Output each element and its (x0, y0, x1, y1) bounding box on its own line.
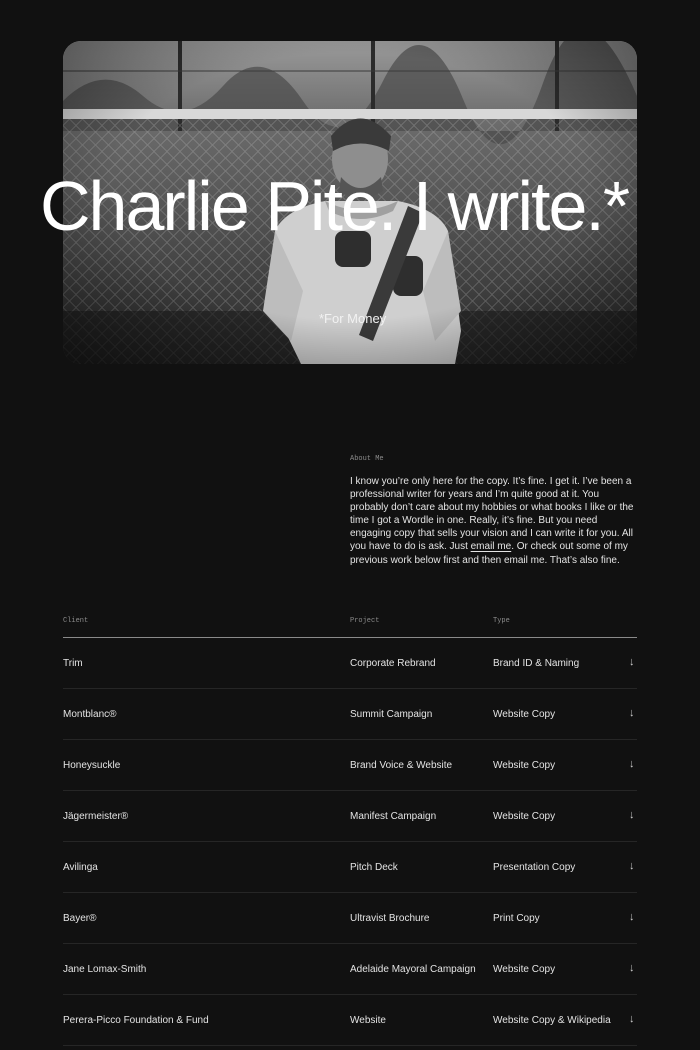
row-project: Adelaide Mayoral Campaign (350, 964, 476, 975)
hero-title: Charlie Pite. I write.* (40, 167, 630, 245)
table-row[interactable]: Jägermeister® Manifest Campaign Website … (63, 791, 637, 842)
row-type: Website Copy (493, 760, 556, 771)
row-type: Presentation Copy (493, 862, 576, 873)
row-type: Print Copy (493, 913, 540, 924)
table-row[interactable]: Honeysuckle Brand Voice & Website Websit… (63, 740, 637, 791)
arrow-down-icon[interactable]: ↓ (629, 758, 635, 770)
row-project: Ultravist Brochure (350, 913, 430, 924)
table-row[interactable]: Avilinga Pitch Deck Presentation Copy ↓ (63, 842, 637, 893)
column-header-project: Project (350, 617, 380, 625)
work-table: Client Project Type Trim Corporate Rebra… (63, 610, 637, 1046)
email-me-link[interactable]: email me (471, 541, 512, 552)
column-header-client: Client (63, 617, 89, 625)
row-type: Website Copy (493, 811, 556, 822)
row-project: Summit Campaign (350, 709, 433, 720)
table-row[interactable]: Bayer® Ultravist Brochure Print Copy ↓ (63, 893, 637, 944)
row-client: Montblanc® (63, 709, 117, 720)
table-row[interactable]: Jane Lomax-Smith Adelaide Mayoral Campai… (63, 944, 637, 995)
table-row[interactable]: Perera-Picco Foundation & Fund Website W… (63, 995, 637, 1046)
row-client: Jane Lomax-Smith (63, 964, 147, 975)
row-project: Brand Voice & Website (350, 760, 453, 771)
row-client: Trim (63, 658, 83, 669)
row-project: Pitch Deck (350, 862, 398, 873)
table-header: Client Project Type (63, 610, 637, 638)
column-header-type: Type (493, 617, 510, 625)
table-row[interactable]: Trim Corporate Rebrand Brand ID & Naming… (63, 638, 637, 689)
arrow-down-icon[interactable]: ↓ (629, 809, 635, 821)
row-project: Website (350, 1015, 386, 1026)
row-client: Avilinga (63, 862, 98, 873)
row-client: Perera-Picco Foundation & Fund (63, 1015, 209, 1026)
about-paragraph: I know you’re only here for the copy. It… (350, 475, 640, 567)
row-client: Bayer® (63, 913, 97, 924)
row-project: Corporate Rebrand (350, 658, 436, 669)
arrow-down-icon[interactable]: ↓ (629, 707, 635, 719)
row-type: Brand ID & Naming (493, 658, 580, 669)
row-type: Website Copy (493, 964, 556, 975)
about-section-label: About Me (350, 455, 384, 463)
row-type: Website Copy (493, 709, 556, 720)
row-client: Honeysuckle (63, 760, 121, 771)
table-row[interactable]: Montblanc® Summit Campaign Website Copy … (63, 689, 637, 740)
hero-footnote: *For Money (319, 311, 387, 326)
row-client: Jägermeister® (63, 811, 129, 822)
row-project: Manifest Campaign (350, 811, 437, 822)
arrow-down-icon[interactable]: ↓ (629, 962, 635, 974)
row-type: Website Copy & Wikipedia (493, 1015, 611, 1026)
arrow-down-icon[interactable]: ↓ (629, 1013, 635, 1025)
arrow-down-icon[interactable]: ↓ (629, 911, 635, 923)
arrow-down-icon[interactable]: ↓ (629, 656, 635, 668)
arrow-down-icon[interactable]: ↓ (629, 860, 635, 872)
